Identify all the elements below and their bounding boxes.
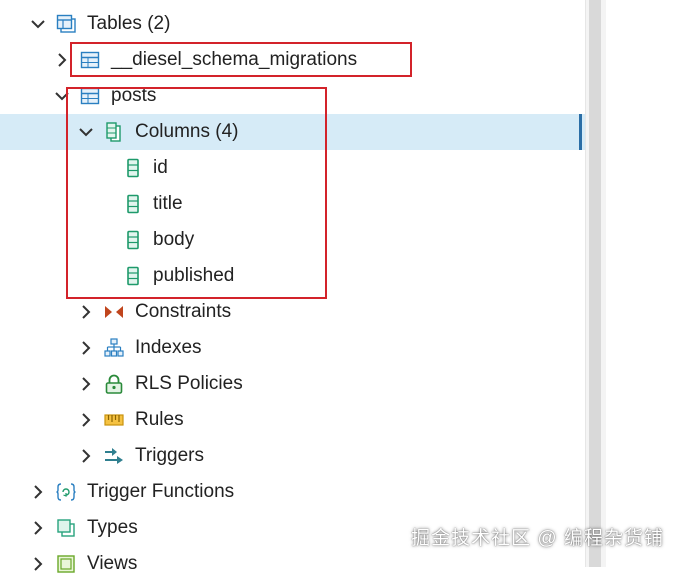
tree-node-rls-policies[interactable]: RLS Policies	[0, 366, 585, 402]
object-explorer-tree: Tables (2) __diesel_schema_migrations po…	[0, 0, 585, 574]
tree-node-label: Views	[87, 553, 138, 574]
chevron-right-icon[interactable]	[77, 447, 95, 465]
chevron-right-icon[interactable]	[77, 375, 95, 393]
chevron-right-icon[interactable]	[29, 519, 47, 537]
tree-node-constraints[interactable]: Constraints	[0, 294, 585, 330]
types-icon	[57, 519, 75, 537]
highlight-box-posts	[66, 87, 327, 299]
triggers-icon	[105, 448, 123, 464]
chevron-right-icon[interactable]	[29, 555, 47, 573]
tree-node-label: Tables (2)	[87, 13, 171, 34]
selection-indicator	[579, 114, 582, 150]
tables-icon	[56, 14, 76, 33]
tree-node-indexes[interactable]: Indexes	[0, 330, 585, 366]
chevron-right-icon[interactable]	[77, 411, 95, 429]
tree-node-label: Constraints	[135, 301, 232, 322]
chevron-down-icon[interactable]	[29, 15, 47, 33]
tree-node-rules[interactable]: Rules	[0, 402, 585, 438]
chevron-right-icon[interactable]	[53, 51, 71, 69]
chevron-right-icon[interactable]	[77, 303, 95, 321]
tree-node-triggers[interactable]: Triggers	[0, 438, 585, 474]
tree-node-label: Indexes	[135, 337, 202, 358]
tree-node-label: Trigger Functions	[87, 481, 235, 502]
watermark: 掘金技术社区 @ 编程杂货铺	[411, 528, 664, 549]
lock-icon	[105, 374, 123, 394]
tree-node-label: Types	[87, 517, 138, 538]
tree-node-label: Rules	[135, 409, 184, 430]
highlight-box-migrations	[70, 42, 412, 77]
indexes-icon	[104, 338, 124, 357]
scrollbar-thumb[interactable]	[589, 0, 601, 567]
chevron-right-icon[interactable]	[29, 483, 47, 501]
views-icon	[57, 555, 75, 573]
chevron-right-icon[interactable]	[77, 339, 95, 357]
constraints-icon	[105, 306, 123, 318]
trigger-functions-icon	[56, 483, 76, 501]
tree-node-label: RLS Policies	[135, 373, 243, 394]
rules-icon	[104, 414, 124, 426]
tree-node-trigger-functions[interactable]: Trigger Functions	[0, 474, 585, 510]
tree-node-label: Triggers	[135, 445, 204, 466]
tree-node-tables[interactable]: Tables (2)	[0, 6, 585, 42]
